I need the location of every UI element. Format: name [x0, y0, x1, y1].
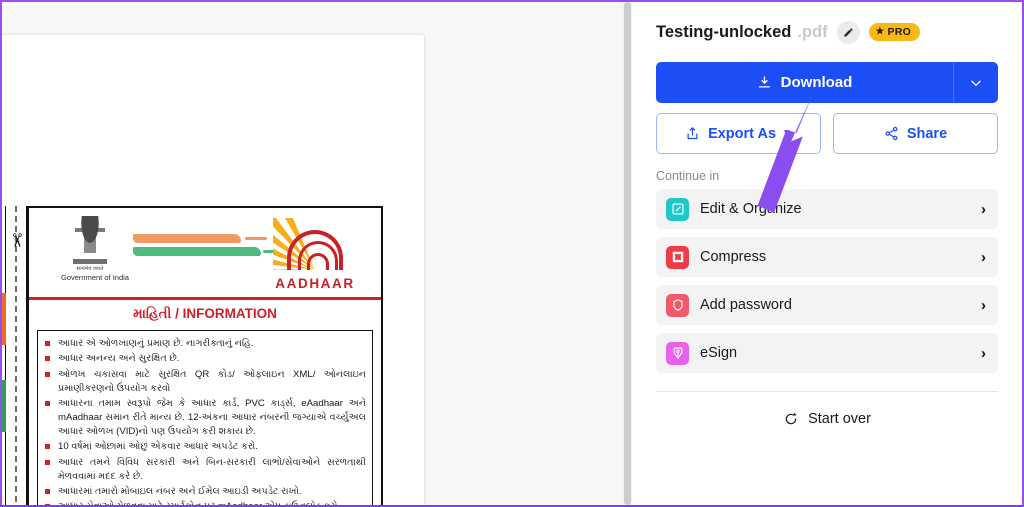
list-item: આધાર સેવાઓ મેળવવા માટે સ્માર્ટફોન પર mAa…	[44, 500, 366, 505]
pro-badge: ★ PRO	[868, 23, 921, 41]
tricolor-saffron-stroke	[133, 234, 241, 243]
list-item: આધાર એ ઓળખાણનું પ્રમાણ છે. નાગરીક્તાનું …	[44, 337, 366, 351]
sidebar-item-label: Edit & Organize	[700, 201, 802, 217]
download-button[interactable]: Download	[656, 62, 954, 103]
esign-pen-icon	[666, 341, 689, 365]
cut-line-strip: ✂	[5, 206, 27, 505]
list-item: આધાર તમને વિવિધ સરકારી અને બિન-સરકારી લા…	[44, 456, 366, 484]
sidebar-item-add-password[interactable]: Add password ›	[656, 285, 998, 325]
aadhaar-bullet-list: આધાર એ ઓળખાણનું પ્રમાણ છે. નાગરીક્તાનું …	[44, 337, 366, 505]
pdf-tool-window: ✂ सत्यमेव जयते Government of India AADHA…	[0, 0, 1024, 507]
chevron-right-icon: ›	[981, 200, 986, 218]
aadhaar-card-header: सत्यमेव जयते Government of India AADHAAR	[29, 208, 381, 300]
share-label: Share	[906, 125, 948, 142]
edge-color-bar-orange	[2, 293, 6, 345]
viewer-scrollbar-thumb[interactable]	[624, 2, 631, 505]
start-over-button[interactable]: Start over	[656, 411, 998, 427]
export-as-button[interactable]: Export As ▼	[656, 113, 821, 154]
aadhaar-information-card: सत्यमेव जयते Government of India AADHAAR	[27, 206, 383, 505]
scissors-icon: ✂	[5, 232, 27, 249]
export-as-label: Export As	[708, 125, 777, 142]
sidebar-item-compress[interactable]: Compress ›	[656, 237, 998, 277]
aadhaar-logo-wordmark: AADHAAR	[275, 276, 355, 291]
shield-glyph	[672, 299, 683, 311]
esign-glyph	[673, 347, 682, 359]
start-over-label: Start over	[808, 411, 871, 427]
secondary-actions-row: Export As ▼ Share	[656, 113, 998, 154]
chevron-right-icon: ›	[981, 296, 986, 314]
export-icon	[687, 127, 698, 140]
sidebar-item-esign[interactable]: eSign ›	[656, 333, 998, 373]
share-button[interactable]: Share	[833, 113, 998, 154]
document-title-row: Testing-unlocked .pdf ★ PRO	[656, 18, 998, 46]
caret-down-icon: ▼	[782, 128, 792, 139]
tricolor-saffron-tail	[245, 237, 267, 240]
pencil-icon	[844, 27, 853, 37]
chevron-down-icon	[971, 80, 981, 86]
document-viewer[interactable]: ✂ सत्यमेव जयते Government of India AADHA…	[0, 2, 622, 505]
india-emblem-logo: सत्यमेव जयते Government of India	[61, 216, 129, 282]
pro-badge-label: PRO	[887, 26, 912, 38]
sidebar-item-label: Compress	[700, 249, 767, 265]
chevron-right-icon: ›	[981, 248, 986, 266]
continue-in-label: Continue in	[656, 169, 720, 183]
aadhaar-logo: AADHAAR	[267, 216, 363, 294]
sidebar-item-label: eSign	[700, 345, 738, 361]
compress-glyph	[672, 251, 683, 263]
edit-organize-icon	[666, 197, 689, 221]
tools-sidebar: Testing-unlocked .pdf ★ PRO Download Exp…	[632, 2, 1022, 505]
emblem-pillar-graphic	[71, 216, 109, 266]
tricolor-brush-graphic	[133, 234, 277, 262]
shield-lock-icon	[666, 293, 689, 317]
edit-organize-glyph	[671, 203, 684, 215]
list-item: આધારના તમામ સ્વરૂપો જેમ કે આધાર કાર્ડ, P…	[44, 397, 366, 439]
cut-dashed-line	[15, 206, 17, 505]
star-icon: ★	[875, 26, 885, 38]
download-button-group: Download	[656, 62, 998, 103]
aadhaar-information-body: આધાર એ ઓળખાણનું પ્રમાણ છે. નાગરીક્તાનું …	[37, 330, 373, 505]
list-item: આધારમાં તમારો મોબાઇલ નંબર અને ઈમેલ આઇડી …	[44, 485, 366, 499]
document-file-extension: .pdf	[797, 22, 828, 41]
document-file-name: Testing-unlocked	[656, 22, 792, 41]
list-item: 10 વર્ષમાં ઓછામાં ઓછું એકવાર આધાર અપડેટ …	[44, 440, 366, 454]
restart-icon	[785, 412, 797, 425]
list-item: ઓળખ ચકાસવા માટે સુરક્ષિત QR કોડ/ ઓફ્લાઇન…	[44, 368, 366, 396]
chevron-right-icon: ›	[981, 344, 986, 362]
sidebar-divider	[656, 391, 998, 392]
pdf-page: ✂ सत्यमेव जयते Government of India AADHA…	[2, 35, 424, 505]
emblem-caption: Government of India	[61, 273, 129, 282]
edge-color-bar-green	[2, 380, 6, 432]
download-button-label: Download	[780, 74, 853, 91]
list-item: આધાર અનન્ય અને સુરક્ષિત છે.	[44, 352, 366, 366]
tricolor-green-stroke	[133, 247, 261, 256]
viewer-scrollbar[interactable]	[622, 2, 632, 505]
edit-filename-button[interactable]	[836, 20, 860, 44]
compress-icon	[666, 245, 689, 269]
share-icon	[885, 126, 898, 141]
download-options-button[interactable]	[954, 62, 998, 103]
sidebar-item-label: Add password	[700, 297, 792, 313]
download-icon	[758, 76, 770, 88]
emblem-devanagari-motto: सत्यमेव जयते	[76, 266, 104, 272]
aadhaar-card-title: માહિતી / INFORMATION	[29, 300, 381, 328]
sidebar-item-edit-organize[interactable]: Edit & Organize ›	[656, 189, 998, 229]
